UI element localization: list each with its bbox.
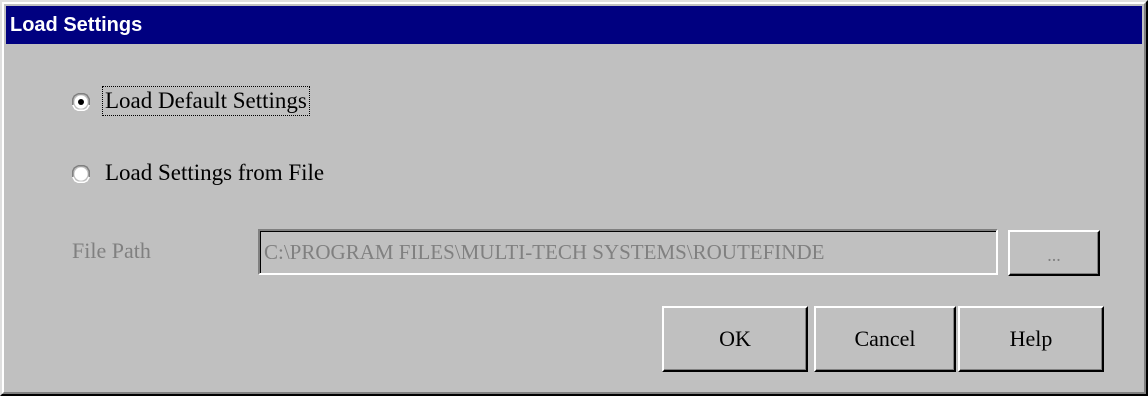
title-bar[interactable]: Load Settings bbox=[6, 6, 1142, 44]
radio-unselected-icon[interactable] bbox=[72, 165, 90, 183]
window-title: Load Settings bbox=[10, 14, 143, 36]
help-button[interactable]: Help bbox=[958, 306, 1104, 372]
load-settings-dialog: Load Settings Load Default Settings Load… bbox=[0, 0, 1148, 396]
radio-selected-icon[interactable] bbox=[72, 93, 90, 111]
file-path-input[interactable] bbox=[258, 229, 998, 275]
load-settings-from-file-label[interactable]: Load Settings from File bbox=[102, 158, 327, 188]
browse-button[interactable]: ... bbox=[1008, 230, 1100, 276]
ok-button[interactable]: OK bbox=[662, 306, 808, 372]
cancel-button[interactable]: Cancel bbox=[814, 306, 956, 372]
load-default-settings-label[interactable]: Load Default Settings bbox=[102, 86, 310, 116]
file-path-label: File Path bbox=[72, 238, 151, 263]
